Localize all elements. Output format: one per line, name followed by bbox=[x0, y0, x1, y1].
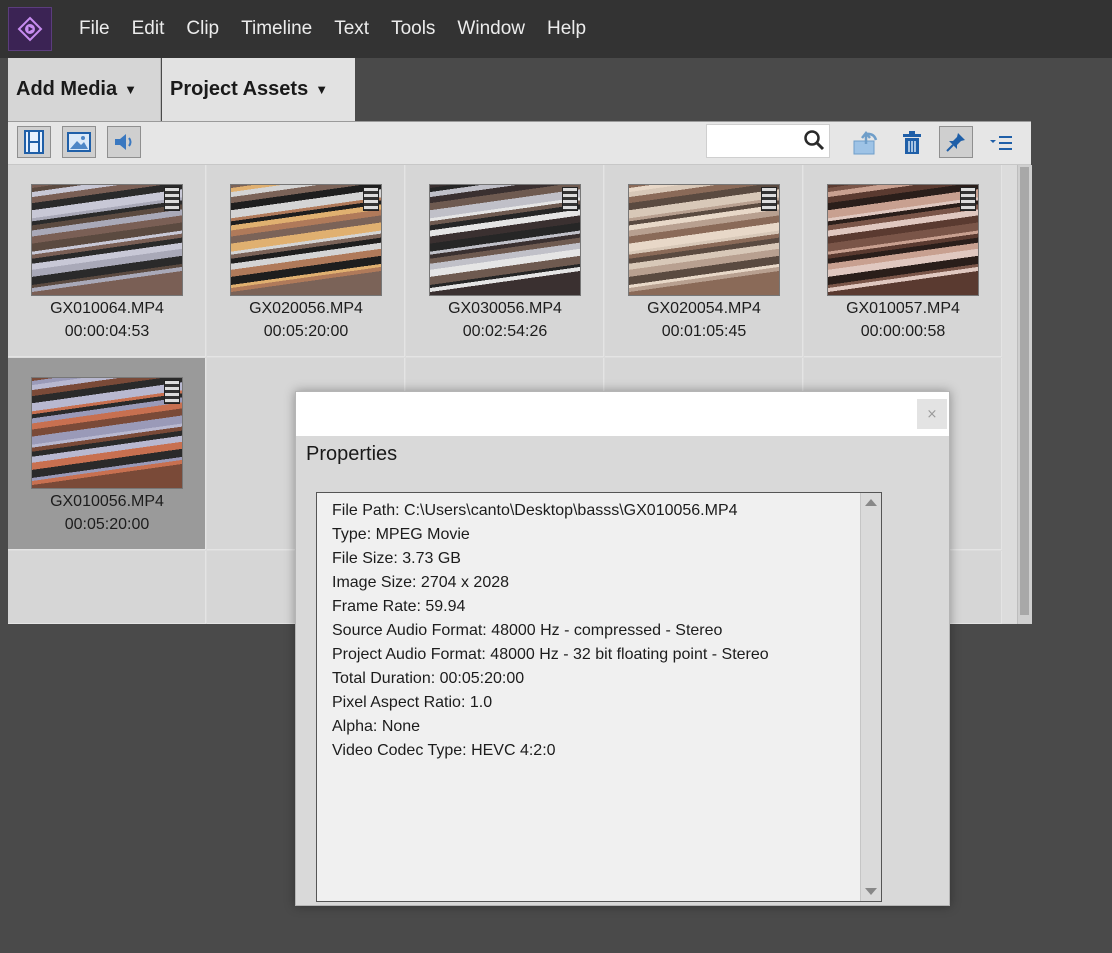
asset-thumbnail bbox=[31, 377, 183, 489]
asset-thumbnail bbox=[429, 184, 581, 296]
film-icon[interactable] bbox=[17, 126, 51, 158]
prop-pixel-aspect: Pixel Aspect Ratio: 1.0 bbox=[332, 694, 493, 711]
asset-name: GX010064.MP4 bbox=[50, 300, 164, 317]
scroll-up-icon[interactable] bbox=[865, 499, 877, 506]
caret-down-icon: ▼ bbox=[124, 82, 137, 97]
asset-thumbnail bbox=[230, 184, 382, 296]
empty-tile bbox=[8, 551, 206, 624]
dialog-title: Properties bbox=[306, 443, 398, 465]
asset-tile[interactable]: GX020054.MP4 00:01:05:45 bbox=[605, 165, 803, 357]
image-icon[interactable] bbox=[62, 126, 96, 158]
film-strip-icon bbox=[164, 187, 180, 211]
film-strip-icon bbox=[562, 187, 578, 211]
prop-file-path: File Path: C:\Users\canto\Desktop\basss\… bbox=[332, 502, 738, 519]
asset-thumbnail bbox=[827, 184, 979, 296]
assets-scrollbar[interactable] bbox=[1017, 165, 1032, 624]
asset-tile-selected[interactable]: GX010056.MP4 00:05:20:00 bbox=[8, 358, 206, 550]
speaker-icon[interactable] bbox=[107, 126, 141, 158]
asset-tile[interactable]: GX020056.MP4 00:05:20:00 bbox=[207, 165, 405, 357]
menu-timeline[interactable]: Timeline bbox=[241, 18, 312, 40]
menu-help[interactable]: Help bbox=[547, 18, 586, 40]
scroll-down-icon[interactable] bbox=[865, 888, 877, 895]
search-input[interactable] bbox=[707, 125, 803, 157]
add-media-label: Add Media bbox=[16, 78, 118, 100]
asset-name: GX030056.MP4 bbox=[448, 300, 562, 317]
menu-clip[interactable]: Clip bbox=[186, 18, 219, 40]
menu-window[interactable]: Window bbox=[457, 18, 525, 40]
asset-thumbnail bbox=[628, 184, 780, 296]
dialog-titlebar[interactable]: × bbox=[296, 392, 949, 436]
asset-duration: 00:00:00:58 bbox=[860, 323, 946, 340]
prop-source-audio: Source Audio Format: 48000 Hz - compress… bbox=[332, 622, 723, 639]
asset-tile[interactable]: GX030056.MP4 00:02:54:26 bbox=[406, 165, 604, 357]
menu-tools[interactable]: Tools bbox=[391, 18, 435, 40]
asset-name: GX020056.MP4 bbox=[249, 300, 363, 317]
properties-list: File Path: C:\Users\canto\Desktop\basss\… bbox=[332, 499, 769, 763]
add-media-tab[interactable]: Add Media ▼ bbox=[8, 58, 161, 121]
pin-icon[interactable] bbox=[939, 126, 973, 158]
film-strip-icon bbox=[960, 187, 976, 211]
project-assets-tab[interactable]: Project Assets ▼ bbox=[162, 58, 355, 121]
trash-icon[interactable] bbox=[897, 128, 927, 158]
asset-duration: 00:05:20:00 bbox=[263, 323, 349, 340]
asset-name: GX010056.MP4 bbox=[50, 493, 164, 510]
asset-duration: 00:00:04:53 bbox=[64, 323, 150, 340]
menu-edit[interactable]: Edit bbox=[132, 18, 165, 40]
asset-duration: 00:02:54:26 bbox=[462, 323, 548, 340]
film-strip-icon bbox=[761, 187, 777, 211]
close-icon[interactable]: × bbox=[917, 399, 947, 429]
search-field[interactable] bbox=[706, 124, 830, 158]
properties-dialog: × Properties File Path: C:\Users\canto\D… bbox=[295, 391, 950, 906]
caret-down-icon: ▼ bbox=[315, 82, 329, 97]
menu-text[interactable]: Text bbox=[334, 18, 369, 40]
asset-duration: 00:01:05:45 bbox=[661, 323, 747, 340]
asset-duration: 00:05:20:00 bbox=[64, 516, 150, 533]
prop-frame-rate: Frame Rate: 59.94 bbox=[332, 598, 466, 615]
tab-bar: Add Media ▼ Project Assets ▼ bbox=[0, 58, 1112, 121]
list-menu-icon[interactable] bbox=[986, 128, 1016, 158]
prop-file-size: File Size: 3.73 GB bbox=[332, 550, 461, 567]
menu-file[interactable]: File bbox=[79, 18, 110, 40]
asset-tile[interactable]: GX010064.MP4 00:00:04:53 bbox=[8, 165, 206, 357]
prop-total-duration: Total Duration: 00:05:20:00 bbox=[332, 670, 525, 687]
asset-name: GX020054.MP4 bbox=[647, 300, 761, 317]
scrollbar-thumb[interactable] bbox=[1020, 167, 1029, 615]
prop-alpha: Alpha: None bbox=[332, 718, 421, 735]
prop-project-audio: Project Audio Format: 48000 Hz - 32 bit … bbox=[332, 646, 769, 663]
app-logo-icon[interactable] bbox=[8, 7, 52, 51]
search-icon[interactable] bbox=[803, 129, 825, 155]
prop-image-size: Image Size: 2704 x 2028 bbox=[332, 574, 510, 591]
properties-scrollbar[interactable] bbox=[860, 493, 881, 901]
menu-bar: File Edit Clip Timeline Text Tools Windo… bbox=[0, 0, 1112, 58]
film-strip-icon bbox=[164, 380, 180, 404]
asset-tile[interactable]: GX010057.MP4 00:00:00:58 bbox=[804, 165, 1002, 357]
asset-name: GX010057.MP4 bbox=[846, 300, 960, 317]
prop-video-codec: Video Codec Type: HEVC 4:2:0 bbox=[332, 742, 556, 759]
film-strip-icon bbox=[363, 187, 379, 211]
asset-thumbnail bbox=[31, 184, 183, 296]
assets-toolbar bbox=[8, 122, 1031, 165]
properties-text-area[interactable]: File Path: C:\Users\canto\Desktop\basss\… bbox=[316, 492, 882, 902]
export-icon[interactable] bbox=[851, 128, 881, 158]
project-assets-label: Project Assets bbox=[170, 78, 309, 100]
prop-type: Type: MPEG Movie bbox=[332, 526, 470, 543]
